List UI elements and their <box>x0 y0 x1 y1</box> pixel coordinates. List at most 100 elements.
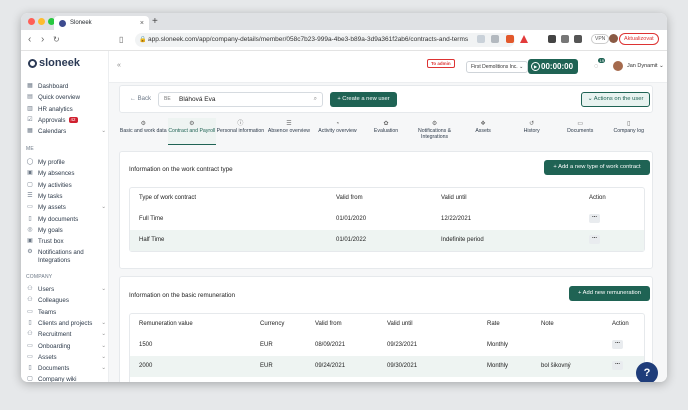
reload-icon[interactable]: ↻ <box>53 33 60 47</box>
tab-notifications-integrations[interactable]: ⚙ Notifications & Integrations <box>410 118 459 145</box>
sidebar-item-my-tasks[interactable]: ☰ My tasks <box>26 193 106 201</box>
sidebar-item-dashboard[interactable]: ▦ Dashboard <box>26 83 106 91</box>
sidebar-item-my-absences[interactable]: ▣ My absences <box>26 170 106 178</box>
sidebar-item-onboarding[interactable]: ▭ Onboarding ⌄ <box>26 343 106 351</box>
row-actions-button[interactable]: ... <box>589 213 600 223</box>
download-icon[interactable] <box>491 35 499 43</box>
actions-on-user-button[interactable]: ⌄ Actions on the user <box>581 92 650 107</box>
sidebar-item-quick-overview[interactable]: ▤ Quick overview <box>26 94 106 102</box>
sidebar-item-my-documents[interactable]: ▯ My documents <box>26 216 106 224</box>
sidebar-item-label: Teams <box>38 308 57 316</box>
sidebar-item-users[interactable]: ⚇ Users ⌄ <box>26 286 106 294</box>
sidebar-item-approvals[interactable]: ☑ Approvals 42 <box>26 116 106 125</box>
sidebar-item-clients-and-projects[interactable]: ▯ Clients and projects ⌄ <box>26 320 106 328</box>
browser-profile-avatar[interactable] <box>609 34 618 43</box>
bookmark-icon[interactable]: ▯ <box>119 33 123 47</box>
table-cell: 09/30/2021 <box>387 363 418 369</box>
tab-absence-overview[interactable]: ☰ Absence overview <box>265 118 314 145</box>
company-name: First Demolitions Inc. <box>471 64 518 70</box>
extensions-icon[interactable] <box>548 35 556 43</box>
table-cell: 1500 <box>139 342 153 348</box>
sidebar-item-my-goals[interactable]: ◎ My goals <box>26 227 106 235</box>
sloneek-logo[interactable]: sloneek <box>28 57 80 69</box>
tab-icon: ☰ <box>286 121 292 127</box>
colleagues-icon: ⚇ <box>27 297 33 304</box>
brave-shield-icon[interactable] <box>506 35 514 43</box>
tab-evaluation[interactable]: ✿ Evaluation <box>362 118 411 145</box>
user-avatar[interactable] <box>613 61 623 71</box>
tab-history[interactable]: ↺ History <box>507 118 556 145</box>
sidebar-item-teams[interactable]: ▭ Teams <box>26 309 106 317</box>
row-actions-button[interactable]: ... <box>589 234 600 244</box>
back-button[interactable]: ← Back <box>130 96 151 102</box>
company-selector[interactable]: First Demolitions Inc. ⌄ <box>466 61 529 73</box>
sidebar-item-label: Approvals <box>38 116 66 124</box>
back-arrow-icon[interactable]: ‹ <box>28 33 31 47</box>
contract-title: Information on the work contract type <box>129 166 233 173</box>
teams-icon: ▭ <box>27 308 33 315</box>
close-window-button[interactable] <box>28 18 35 25</box>
wallet-icon[interactable] <box>574 35 582 43</box>
tab-icon: ⚙ <box>189 121 195 127</box>
main-content: ← Back BE Bláhová Eva ⌕ + Create a new u… <box>119 85 659 382</box>
tab-label: Evaluation <box>373 128 399 134</box>
sidebar-item-my-assets[interactable]: ▭ My assets ⌄ <box>26 204 106 212</box>
help-button[interactable]: ? <box>636 362 658 382</box>
collapse-sidebar-icon[interactable]: « <box>117 62 121 69</box>
forward-arrow-icon[interactable]: › <box>41 33 44 47</box>
update-browser-button[interactable]: Aktualizovat <box>619 33 659 45</box>
tab-icon: ⓘ <box>237 121 244 127</box>
add-contract-type-button[interactable]: + Add a new type of work contract <box>544 160 650 175</box>
trust-box-icon: ▣ <box>27 238 33 245</box>
sidebar-toggle-icon[interactable] <box>561 35 569 43</box>
rewards-icon[interactable] <box>520 35 528 43</box>
to-admin-button[interactable]: To admin <box>427 59 455 68</box>
sidebar-item-trust-box[interactable]: ▣ Trust box <box>26 238 106 246</box>
tab-label: Notifications & Integrations <box>417 128 452 140</box>
tab-documents[interactable]: ▭ Documents <box>556 118 605 145</box>
sidebar-item-assets[interactable]: ▭ Assets ⌄ <box>26 354 106 362</box>
share-icon[interactable] <box>477 35 485 43</box>
tab-assets[interactable]: ❖ Assets <box>459 118 508 145</box>
close-tab-icon[interactable]: × <box>140 20 144 27</box>
dashboard-icon: ▦ <box>27 83 33 89</box>
sidebar-item-notifications-and-integrations[interactable]: ⚙ Notifications and Integrations <box>26 249 106 264</box>
employee-selector[interactable]: BE Bláhová Eva ⌕ <box>158 92 323 107</box>
sidebar-item-recruitment[interactable]: ⚇ Recruitment ⌄ <box>26 331 106 339</box>
create-user-button[interactable]: + Create a new user <box>330 92 397 107</box>
add-remuneration-button[interactable]: + Add new remuneration <box>569 286 650 301</box>
row-actions-button[interactable]: ... <box>612 360 623 370</box>
table-row: 2500EUR10/01/202105/31/2022Monthly... <box>130 377 644 382</box>
sidebar-item-my-activities[interactable]: ▢ My activities <box>26 182 106 190</box>
browser-tab[interactable]: Sloneek × <box>54 16 149 30</box>
sidebar-item-calendars[interactable]: ▦ Calendars ⌄ <box>26 128 106 136</box>
notifications-bell-icon[interactable]: ◌ 19 <box>594 58 606 70</box>
user-icon: ◯ <box>26 159 34 165</box>
sidebar-item-label: My absences <box>38 170 75 178</box>
vpn-button[interactable]: VPN <box>591 34 610 44</box>
url-field[interactable]: 🔒 app.sloneek.com/app/company-details/me… <box>135 33 515 47</box>
row-actions-button[interactable]: ... <box>612 339 623 349</box>
sidebar-item-label: Onboarding <box>38 342 71 350</box>
sidebar-item-colleagues[interactable]: ⚇ Colleagues <box>26 297 106 305</box>
time-tracker-button[interactable]: ▶ 00:00:00 <box>528 59 578 74</box>
tab-contract-and-payroll[interactable]: ⚙ Contract and Payroll <box>167 118 217 145</box>
column-header: Type of work contract <box>139 195 197 201</box>
tab-company-log[interactable]: ▯ Company log <box>604 118 653 145</box>
tab-personal-information[interactable]: ⓘ Personal information <box>216 118 265 145</box>
table-cell: 12/22/2021 <box>441 216 472 222</box>
sidebar-item-documents[interactable]: ▯ Documents ⌄ <box>26 365 106 373</box>
tab-basic-and-work-data[interactable]: ⚙ Basic and work data <box>119 118 168 145</box>
lock-icon: 🔒 <box>139 37 147 43</box>
tab-activity-overview[interactable]: ◔ Activity overview <box>313 118 362 145</box>
sidebar-item-my-profile[interactable]: ◯ My profile <box>26 159 106 167</box>
user-menu[interactable]: Jan Dynamit ⌄ <box>627 63 664 69</box>
minimize-window-button[interactable] <box>38 18 45 25</box>
tab-label: Absence overview <box>267 128 310 134</box>
new-tab-button[interactable]: + <box>152 16 158 28</box>
tab-label: History <box>523 128 540 134</box>
logo-icon <box>28 58 37 68</box>
sidebar-item-hr-analytics[interactable]: ▥ HR analytics <box>26 106 106 114</box>
tab-icon: ⚙ <box>431 121 438 127</box>
sidebar-item-company-wiki[interactable]: ▢ Company wiki <box>26 376 106 382</box>
